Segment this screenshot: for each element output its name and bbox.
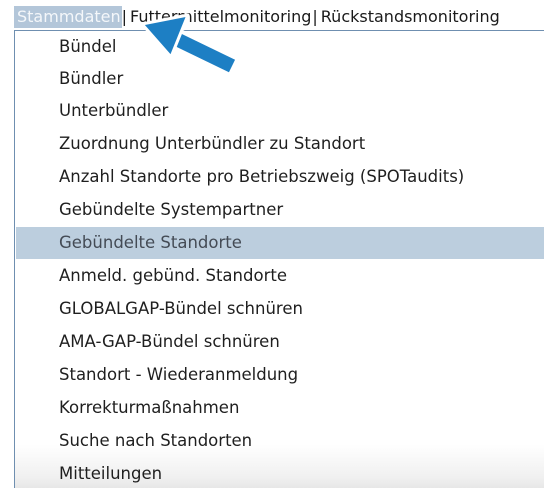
menu-item-buendel[interactable]: Bündel: [16, 31, 544, 63]
menu-rueckstandsmonitoring[interactable]: Rückstandsmonitoring: [318, 6, 501, 28]
menu-item-ama-gap-buendel[interactable]: AMA-GAP-Bündel schnüren: [16, 326, 544, 358]
menu-item-korrekturmassnahmen[interactable]: Korrekturmaßnahmen: [16, 392, 544, 424]
menu-item-gebuendelte-systempartner[interactable]: Gebündelte Systempartner: [16, 194, 544, 226]
menu-item-anzahl-standorte[interactable]: Anzahl Standorte pro Betriebszweig (SPOT…: [16, 161, 544, 193]
menu-item-zuordnung-unterbuendler[interactable]: Zuordnung Unterbündler zu Standort: [16, 128, 544, 160]
menu-item-anmeld-gebuend-standorte[interactable]: Anmeld. gebünd. Standorte: [16, 260, 544, 292]
menu-item-mitteilungen[interactable]: Mitteilungen: [16, 458, 544, 488]
menu-item-buendler[interactable]: Bündler: [16, 63, 544, 95]
menu-item-globalgap-buendel[interactable]: GLOBALGAP-Bündel schnüren: [16, 293, 544, 325]
menu-futtermittelmonitoring[interactable]: Futtermittelmonitoring: [127, 6, 312, 28]
menu-item-gebuendelte-standorte[interactable]: Gebündelte Standorte: [16, 227, 544, 259]
stammdaten-dropdown-menu: Bündel Bündler Unterbündler Zuordnung Un…: [14, 30, 544, 488]
menu-bar: Stammdaten| Futtermittelmonitoring| Rückst…: [14, 6, 544, 30]
menu-stammdaten[interactable]: Stammdaten: [14, 6, 122, 28]
menu-item-standort-wiederanmeldung[interactable]: Standort - Wiederanmeldung: [16, 359, 544, 391]
menu-item-unterbuendler[interactable]: Unterbündler: [16, 95, 544, 127]
menu-item-suche-nach-standorten[interactable]: Suche nach Standorten: [16, 425, 544, 457]
